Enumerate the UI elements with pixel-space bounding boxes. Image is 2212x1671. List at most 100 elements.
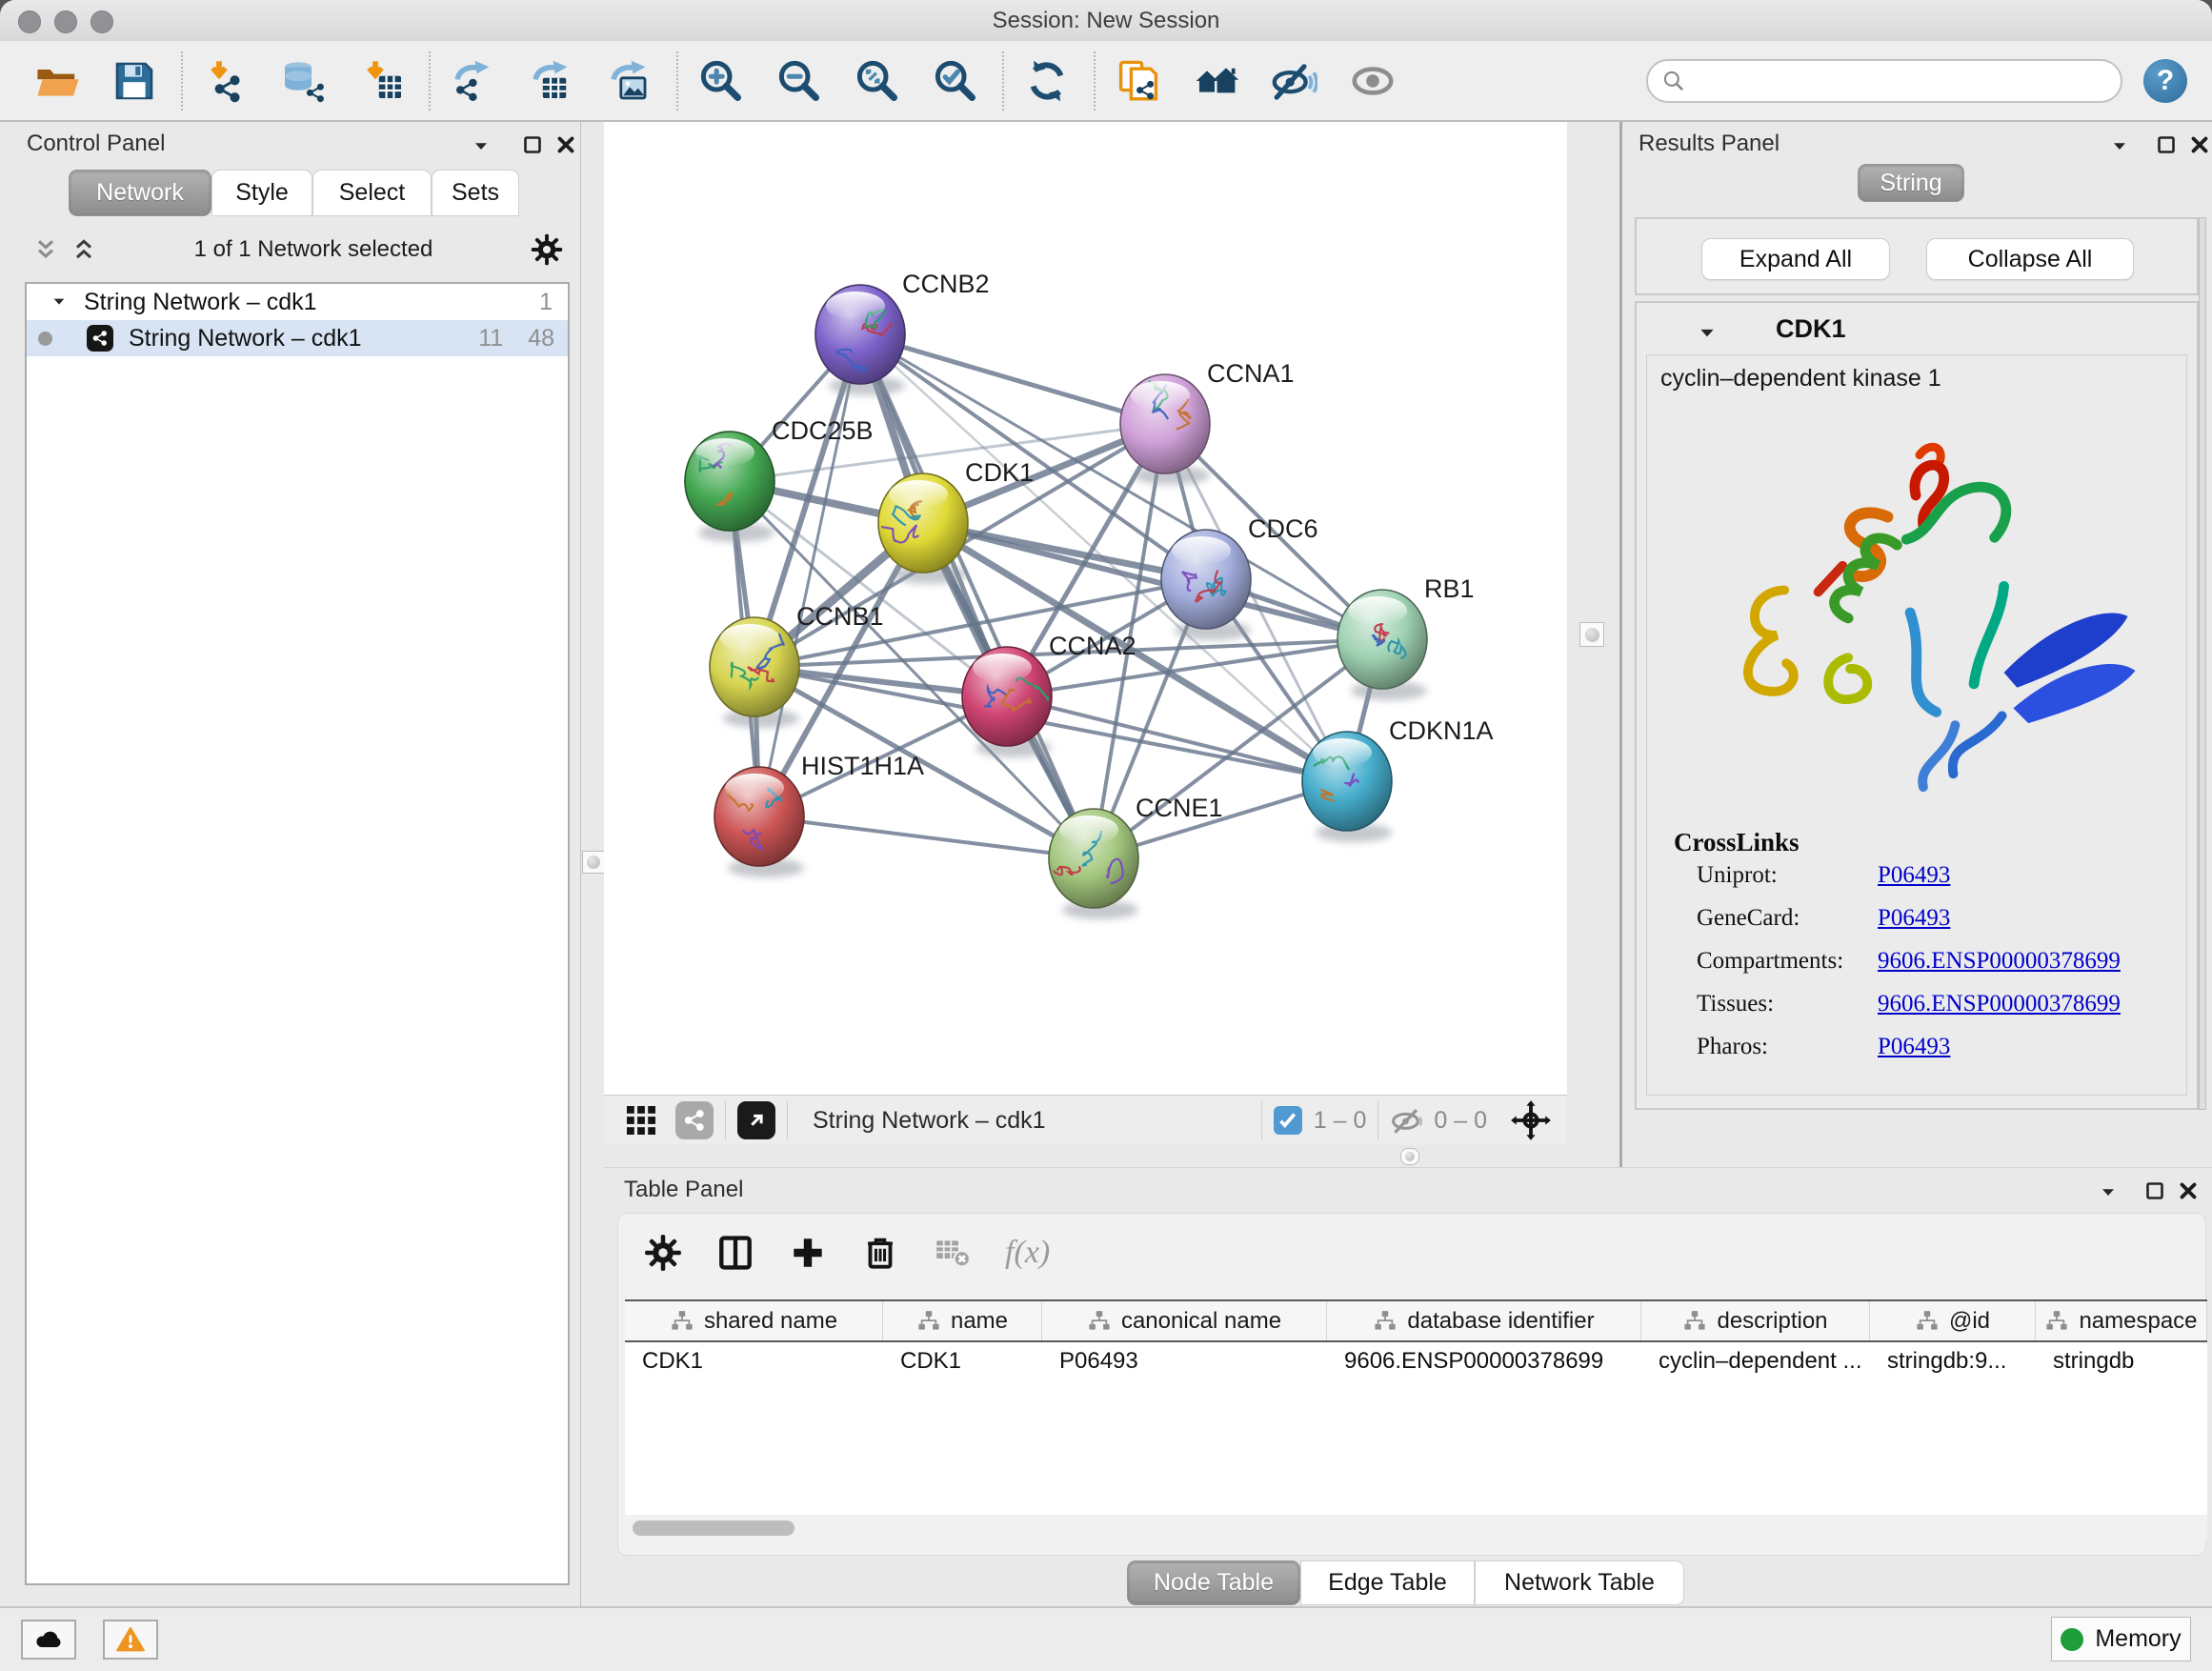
add-column-icon[interactable] bbox=[788, 1233, 828, 1273]
table-options-gear-icon[interactable] bbox=[643, 1233, 683, 1273]
tab-node-table[interactable]: Node Table bbox=[1127, 1560, 1300, 1605]
panel-menu-icon[interactable] bbox=[471, 138, 492, 155]
zoom-out-button[interactable] bbox=[772, 53, 827, 109]
network-node-HIST1H1A[interactable]: HIST1H1A bbox=[713, 752, 924, 877]
network-node-CDC25B[interactable]: CDC25B bbox=[685, 416, 874, 542]
zoom-fit-button[interactable] bbox=[850, 53, 905, 109]
zoom-selected-button[interactable] bbox=[928, 53, 983, 109]
collapse-all-button[interactable]: Collapse All bbox=[1926, 238, 2134, 280]
import-network-button[interactable] bbox=[198, 53, 253, 109]
panel-menu-icon[interactable] bbox=[2098, 1184, 2119, 1201]
duplicate-network-icon bbox=[1116, 58, 1161, 104]
show-columns-icon[interactable] bbox=[715, 1233, 755, 1273]
close-panel-icon[interactable] bbox=[554, 133, 577, 156]
network-options-gear-icon[interactable] bbox=[530, 232, 564, 267]
tab-select[interactable]: Select bbox=[312, 170, 432, 216]
open-file-button[interactable] bbox=[29, 53, 84, 109]
fit-selected-crosshair-icon[interactable] bbox=[1510, 1099, 1552, 1141]
column-header-canonical-name[interactable]: canonical name bbox=[1042, 1301, 1327, 1340]
collapse-row-icon[interactable] bbox=[50, 294, 69, 310]
crosslink-link[interactable]: P06493 bbox=[1878, 1034, 1950, 1059]
expand-all-icon[interactable] bbox=[70, 236, 97, 263]
warnings-button[interactable] bbox=[103, 1620, 158, 1660]
search-input[interactable] bbox=[1696, 67, 2107, 95]
home-button[interactable] bbox=[1189, 53, 1244, 109]
export-network-button[interactable] bbox=[446, 53, 501, 109]
column-label: database identifier bbox=[1407, 1308, 1594, 1335]
results-scrollbar[interactable] bbox=[2199, 217, 2206, 1110]
table-row[interactable]: CDK1CDK1P064939606.ENSP00000378699cyclin… bbox=[625, 1342, 2207, 1380]
zoom-in-button[interactable] bbox=[694, 53, 749, 109]
network-node-CDC6[interactable]: CDC6 bbox=[1161, 514, 1318, 640]
tab-style[interactable]: Style bbox=[211, 170, 312, 216]
collapse-all-icon[interactable] bbox=[32, 236, 59, 263]
table-cell[interactable]: cyclin–dependent ... bbox=[1641, 1348, 1870, 1375]
panel-menu-icon[interactable] bbox=[2109, 138, 2130, 155]
crosslink-link[interactable]: 9606.ENSP00000378699 bbox=[1878, 948, 2121, 974]
crosslink-link[interactable]: P06493 bbox=[1878, 862, 1950, 888]
network-node-CDKN1A[interactable]: CDKN1A bbox=[1302, 716, 1494, 842]
memory-button[interactable]: Memory bbox=[2051, 1617, 2191, 1661]
import-database-button[interactable] bbox=[276, 53, 332, 109]
table-cell[interactable]: CDK1 bbox=[883, 1348, 1042, 1375]
panel-divider[interactable] bbox=[1619, 122, 1622, 1167]
export-table-button[interactable] bbox=[524, 53, 579, 109]
tab-string[interactable]: String bbox=[1858, 164, 1964, 202]
help-button[interactable]: ? bbox=[2143, 59, 2187, 103]
network-collection-row[interactable]: String Network – cdk1 1 bbox=[27, 284, 568, 320]
hide-panel-button[interactable] bbox=[1267, 53, 1322, 109]
network-node-CCNA2[interactable]: CCNA2 bbox=[962, 632, 1136, 757]
close-panel-icon[interactable] bbox=[2177, 1179, 2200, 1202]
network-node-RB1[interactable]: RB1 bbox=[1337, 574, 1475, 700]
string-tools-icon[interactable] bbox=[675, 1101, 714, 1139]
table-cell[interactable]: 9606.ENSP00000378699 bbox=[1327, 1348, 1641, 1375]
import-table-button[interactable] bbox=[354, 53, 410, 109]
tab-edge-table[interactable]: Edge Table bbox=[1300, 1560, 1475, 1605]
tab-network-table[interactable]: Network Table bbox=[1475, 1560, 1684, 1605]
column-header-name[interactable]: name bbox=[883, 1301, 1042, 1340]
cloud-button[interactable] bbox=[21, 1620, 76, 1660]
column-header-shared-name[interactable]: shared name bbox=[625, 1301, 883, 1340]
birds-eye-view-icon[interactable] bbox=[624, 1103, 658, 1137]
tab-sets[interactable]: Sets bbox=[432, 170, 519, 216]
table-cell[interactable]: CDK1 bbox=[625, 1348, 883, 1375]
show-panel-button[interactable] bbox=[1345, 53, 1400, 109]
table-cell[interactable]: stringdb:9... bbox=[1870, 1348, 2036, 1375]
network-node-CCNB1[interactable]: CCNB1 bbox=[710, 602, 884, 728]
open-in-new-window-icon[interactable] bbox=[737, 1101, 775, 1139]
right-splitter-grip[interactable] bbox=[1579, 622, 1604, 647]
toolbar-separator bbox=[676, 51, 678, 111]
column-header-namespace[interactable]: namespace bbox=[2036, 1301, 2207, 1340]
table-cell[interactable]: P06493 bbox=[1042, 1348, 1327, 1375]
delete-column-icon[interactable] bbox=[860, 1233, 900, 1273]
column-type-icon bbox=[1682, 1309, 1707, 1334]
search-box[interactable] bbox=[1646, 59, 2122, 103]
save-session-button[interactable] bbox=[107, 53, 162, 109]
network-node-CCNB2[interactable]: CCNB2 bbox=[815, 270, 990, 395]
crosslink-link[interactable]: P06493 bbox=[1878, 905, 1950, 931]
duplicate-network-button[interactable] bbox=[1111, 53, 1166, 109]
network-canvas[interactable]: CCNB2CCNA1CDC25BCDK1CDC6RB1CCNB1CCNA2CDK… bbox=[604, 122, 1567, 1095]
export-image-button[interactable] bbox=[602, 53, 657, 109]
column-header-description[interactable]: description bbox=[1641, 1301, 1870, 1340]
table-header[interactable]: shared namenamecanonical name database id… bbox=[625, 1299, 2207, 1342]
network-node-CCNE1[interactable]: CCNE1 bbox=[1049, 794, 1223, 919]
scrollbar-thumb[interactable] bbox=[633, 1520, 794, 1536]
expand-all-button[interactable]: Expand All bbox=[1701, 238, 1890, 280]
table-horizontal-scrollbar[interactable] bbox=[625, 1515, 2207, 1541]
table-cell[interactable]: stringdb bbox=[2036, 1348, 2207, 1375]
collapse-protein-icon[interactable] bbox=[1696, 324, 1719, 343]
column-header-database-identifier[interactable]: database identifier bbox=[1327, 1301, 1641, 1340]
crosslink-link[interactable]: 9606.ENSP00000378699 bbox=[1878, 991, 2121, 1017]
bottom-splitter-grip[interactable] bbox=[1400, 1148, 1419, 1165]
tab-network[interactable]: Network bbox=[69, 170, 211, 216]
float-panel-icon[interactable] bbox=[2155, 133, 2178, 156]
left-splitter-grip[interactable] bbox=[582, 851, 605, 874]
refresh-button[interactable] bbox=[1019, 53, 1075, 109]
column-header--id[interactable]: @id bbox=[1870, 1301, 2036, 1340]
network-row-selected[interactable]: String Network – cdk1 11 48 bbox=[27, 320, 568, 356]
selected-checkbox-icon[interactable] bbox=[1274, 1106, 1302, 1135]
close-panel-icon[interactable] bbox=[2188, 133, 2211, 156]
float-panel-icon[interactable] bbox=[2143, 1179, 2166, 1202]
float-panel-icon[interactable] bbox=[521, 133, 544, 156]
